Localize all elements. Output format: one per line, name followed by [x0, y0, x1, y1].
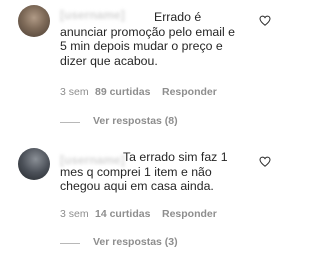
comment-text: Errado é anunciar promoção pelo email e …: [0, 10, 250, 68]
comment-item: [username] Errado é anunciar promoção pe…: [0, 0, 298, 135]
view-replies-button[interactable]: Ver respostas (3): [60, 236, 210, 250]
view-replies-label: Ver respostas (3): [93, 236, 178, 248]
comment-text-line: Errado é: [154, 10, 202, 24]
heart-outline-icon[interactable]: [259, 15, 271, 26]
view-replies-button[interactable]: Ver respostas (8): [60, 115, 210, 129]
comment-text-line: Ta errado sim faz 1: [123, 150, 228, 164]
comment-meta: 3 sem 14 curtidas Responder: [0, 208, 298, 222]
heart-outline-icon[interactable]: [259, 156, 271, 167]
comment-text-line: 5 min depois mudar o preço e: [60, 39, 223, 54]
likes-count[interactable]: 14 curtidas: [95, 208, 150, 220]
likes-count[interactable]: 89 curtidas: [95, 86, 150, 98]
replies-divider: [60, 243, 80, 244]
comment-text-line: chegou aqui em casa ainda.: [60, 179, 214, 194]
comment-time[interactable]: 3 sem: [60, 208, 89, 220]
comment-text: Ta errado sim faz 1 mes q comprei 1 item…: [0, 150, 250, 194]
comment-item: [username] Ta errado sim faz 1 mes q com…: [0, 140, 298, 263]
reply-button[interactable]: Responder: [162, 86, 217, 98]
comment-text-line: mes q comprei 1 item e não: [60, 164, 212, 179]
comment-text-line: anunciar promoção pelo email e: [60, 24, 235, 39]
view-replies-label: Ver respostas (8): [93, 115, 178, 127]
comment-text-line: dizer que acabou.: [60, 53, 158, 68]
comment-time[interactable]: 3 sem: [60, 86, 89, 98]
replies-divider: [60, 122, 80, 123]
comment-meta: 3 sem 89 curtidas Responder: [0, 86, 298, 100]
reply-button[interactable]: Responder: [162, 208, 217, 220]
